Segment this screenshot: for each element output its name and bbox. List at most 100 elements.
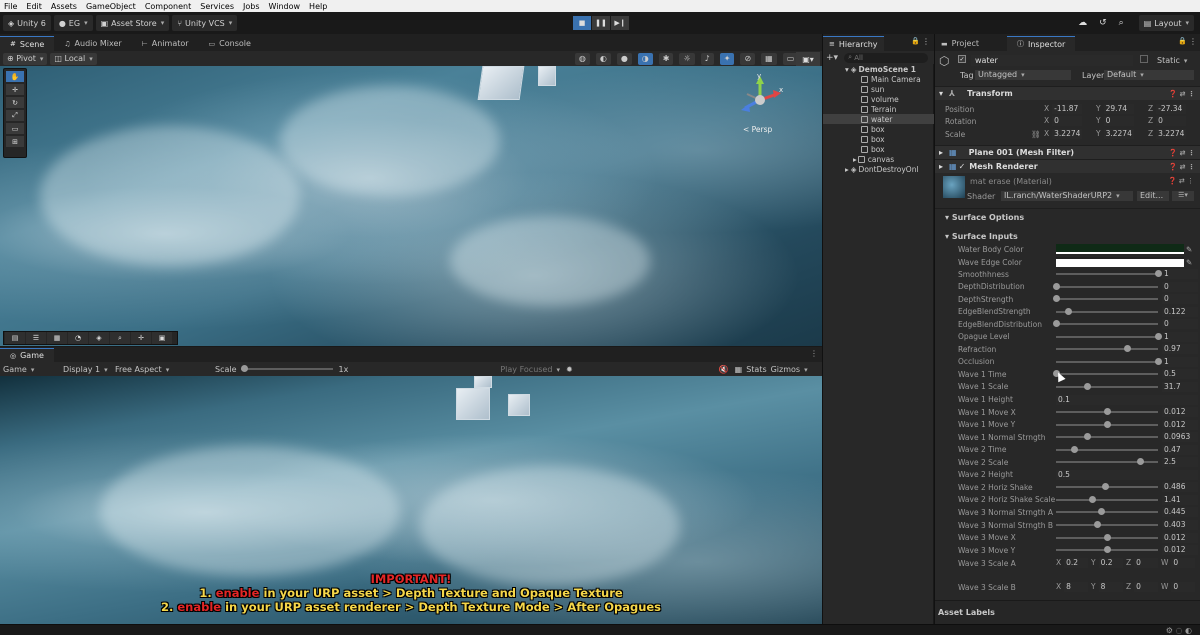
projection-label[interactable]: < Persp	[743, 125, 772, 134]
transform-header[interactable]: ▾ ⅄ Transform ❓ ⇄ ⋮	[935, 86, 1200, 100]
hierarchy-dontdestroy-row[interactable]: ▸ ◈ DontDestroyOnl	[823, 164, 934, 174]
overlay-move-icon[interactable]: ✛	[131, 332, 151, 344]
inspector-menu-icon[interactable]: ⋮	[1189, 37, 1197, 46]
enabled-checkbox-icon[interactable]: ✓	[959, 162, 966, 171]
tab-scene[interactable]: # Scene	[0, 36, 55, 51]
property-value-field[interactable]: 31.7	[1162, 381, 1198, 392]
debug-icon[interactable]: ✱	[658, 52, 674, 65]
tab-audio-mixer[interactable]: ♫ Audio Mixer	[54, 36, 131, 51]
property-value-field[interactable]: 1	[1162, 356, 1198, 367]
property-slider-track[interactable]	[1056, 420, 1158, 428]
property-slider-knob[interactable]	[1088, 495, 1096, 503]
property-value-field[interactable]: 1	[1162, 331, 1198, 342]
property-slider-knob[interactable]	[1104, 408, 1111, 416]
search-icon[interactable]: ⌕	[1119, 18, 1124, 28]
tab-inspector[interactable]: ⓘ Inspector	[1007, 36, 1076, 51]
menu-file[interactable]: File	[4, 2, 17, 11]
property-slider-knob[interactable]	[1104, 546, 1111, 554]
status-icons[interactable]: ⚙ ◌ ◐	[1166, 626, 1192, 635]
tab-console[interactable]: ▭ Console	[199, 36, 261, 51]
step-button[interactable]: ▶❙	[611, 16, 629, 30]
wireframe-icon[interactable]: ◍	[574, 52, 590, 65]
property-slider-knob[interactable]	[1155, 270, 1162, 277]
tab-game[interactable]: ◎ Game	[0, 348, 54, 362]
property-value-field[interactable]: 0	[1162, 294, 1198, 305]
tab-animator[interactable]: ⊢ Animator	[132, 36, 199, 51]
rotation-z-field[interactable]: 0	[1156, 116, 1187, 126]
overlay-frame-icon[interactable]: ▣	[152, 332, 172, 344]
material-menu-icons[interactable]: ❓ ⇄ ⋮	[1168, 177, 1194, 185]
property-value-field[interactable]: 1.41	[1162, 494, 1198, 505]
property-value-field[interactable]: 0	[1162, 319, 1198, 330]
property-slider-knob[interactable]	[1071, 445, 1079, 453]
property-value-field[interactable]: 0.012	[1162, 407, 1198, 418]
property-slider-track[interactable]	[1053, 320, 1158, 328]
property-value-field[interactable]: 1	[1162, 269, 1198, 279]
property-value-field[interactable]: 0.486	[1162, 482, 1198, 493]
property-slider-track[interactable]	[1056, 445, 1158, 453]
property-slider-track[interactable]	[1056, 307, 1158, 315]
shader-dropdown[interactable]: IL.ranch/WaterShaderURP2	[1001, 191, 1133, 201]
rotation-x-field[interactable]: 0	[1052, 116, 1083, 126]
scale-tool-icon[interactable]: ⤢	[6, 110, 24, 121]
mesh-renderer-header[interactable]: ▸ ▦ ✓ Mesh Renderer ❓ ⇄ ⋮	[935, 159, 1200, 173]
hierarchy-item[interactable]: box	[823, 144, 934, 154]
scale-x-field[interactable]: 3.2274	[1052, 129, 1083, 139]
rotate-tool-icon[interactable]: ↻	[6, 97, 24, 108]
property-slider-track[interactable]	[1056, 508, 1158, 516]
property-slider-track[interactable]	[1053, 282, 1158, 290]
create-plus-icon[interactable]: +▾	[826, 53, 838, 63]
property-slider-track[interactable]	[1056, 433, 1158, 441]
hierarchy-item[interactable]: sun	[823, 84, 934, 94]
layout-dropdown[interactable]: ▤ Layout	[1138, 15, 1194, 31]
wave3-scale-b-x[interactable]: 8	[1064, 582, 1089, 592]
mesh-filter-header[interactable]: ▸ ▦ Plane 001 (Mesh Filter) ❓ ⇄ ⋮	[935, 145, 1200, 159]
wave-edge-color-swatch[interactable]	[1056, 257, 1184, 267]
property-slider-track[interactable]	[1056, 270, 1162, 277]
gizmos-dropdown[interactable]: Gizmos	[771, 365, 808, 374]
grid-icon[interactable]: ▦	[761, 52, 777, 65]
hierarchy-search-input[interactable]: ⌕ All	[844, 52, 929, 63]
property-slider-knob[interactable]	[1093, 521, 1101, 528]
aspect-dropdown[interactable]: Free Aspect	[115, 365, 211, 374]
hierarchy-item[interactable]: box	[823, 134, 934, 144]
scale-slider-knob[interactable]	[240, 365, 248, 372]
overlay-grid-icon[interactable]: ▦	[47, 332, 67, 344]
property-value-field[interactable]: 0.0963	[1162, 432, 1198, 443]
play-button[interactable]: ■	[573, 16, 591, 30]
display-dropdown[interactable]: Display 1	[63, 365, 113, 374]
component-menu-icons[interactable]: ❓ ⇄ ⋮	[1169, 163, 1195, 171]
wave3-scale-a-z[interactable]: 0	[1134, 558, 1159, 568]
menu-component[interactable]: Component	[145, 2, 191, 11]
scene-orientation-gizmo[interactable]: y x < Persp	[735, 72, 785, 134]
property-value-field[interactable]: 0.47	[1162, 444, 1198, 455]
property-slider-knob[interactable]	[1097, 508, 1105, 516]
property-slider-track[interactable]	[1056, 521, 1158, 528]
wave3-scale-a-y[interactable]: 0.2	[1098, 558, 1123, 568]
property-value-field[interactable]: 0	[1162, 281, 1198, 292]
property-value-field[interactable]: 0.403	[1162, 520, 1198, 530]
play-focused-dropdown[interactable]: Play Focused	[500, 365, 560, 374]
wave3-scale-b-y[interactable]: 8	[1098, 582, 1123, 592]
property-slider-track[interactable]	[1053, 295, 1158, 303]
property-value-field[interactable]: 0.012	[1162, 419, 1198, 430]
cloud-icon[interactable]: ☁	[1078, 18, 1087, 28]
property-slider-track[interactable]	[1056, 357, 1162, 365]
property-value-field[interactable]: 0.012	[1162, 545, 1198, 556]
menu-edit[interactable]: Edit	[26, 2, 42, 11]
property-slider-knob[interactable]	[1155, 332, 1162, 340]
eyedropper-icon[interactable]: ✎	[1186, 245, 1192, 254]
object-name-field[interactable]: water	[971, 55, 1133, 66]
lighting-icon[interactable]: ☼	[679, 52, 695, 65]
surface-options-foldout[interactable]: ▾ Surface Options	[945, 213, 1024, 222]
game-mode-dropdown[interactable]: Game	[3, 365, 55, 374]
pivot-dropdown[interactable]: ⊕ Pivot	[3, 52, 48, 65]
hierarchy-item[interactable]: ▸ canvas	[823, 154, 934, 164]
rotation-y-field[interactable]: 0	[1103, 116, 1134, 126]
overlay-hand-icon[interactable]: ▤	[5, 332, 25, 344]
shader-edit-button[interactable]: Edit...	[1137, 191, 1169, 201]
property-slider-knob[interactable]	[1053, 295, 1060, 303]
property-slider-knob[interactable]	[1083, 433, 1091, 441]
mute-audio-icon[interactable]: 🔇	[719, 365, 729, 374]
component-menu-icons[interactable]: ❓ ⇄ ⋮	[1169, 149, 1195, 157]
